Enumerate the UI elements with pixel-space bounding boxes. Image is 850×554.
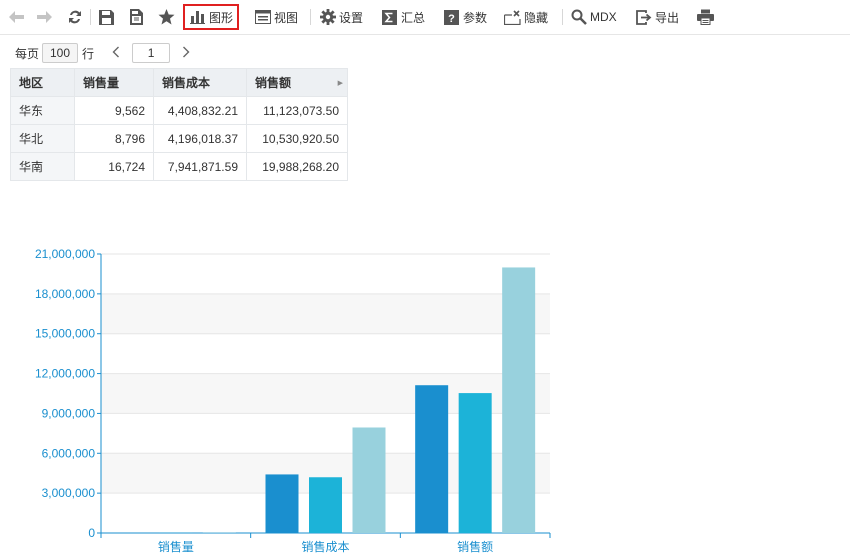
y-tick-label: 0 [88,526,95,540]
header-sales-volume[interactable]: 销售量 [74,68,154,97]
cell-region: 华北 [10,124,75,153]
bar-chart-icon [189,9,206,26]
bar [415,385,449,533]
favorite-button[interactable] [158,5,175,29]
header-sales-amount-label: 销售额 [255,76,292,90]
question-icon: ? [443,9,460,26]
per-page-label: 每页 [15,46,40,61]
cell-sales-volume: 8,796 [74,124,154,153]
toolbar-divider [562,9,563,25]
hide-button-label: 隐藏 [524,10,549,25]
x-tick-label: 销售量 [158,539,194,554]
per-page-input[interactable]: 100 [42,43,79,63]
data-table: 地区 销售量 销售成本 销售额 ▶ 华东 9,562 4,408,832.21 1… [10,68,348,181]
bar [309,477,342,533]
cell-region: 华南 [10,152,75,181]
printer-icon [697,9,714,26]
cell-sales-cost: 7,941,871.59 [153,152,247,181]
mdx-button[interactable]: MDX [570,5,617,29]
settings-button-label: 设置 [339,10,364,25]
summary-button-label: 汇总 [401,10,426,25]
cell-sales-cost: 4,196,018.37 [153,124,247,153]
mdx-button-label: MDX [590,10,617,24]
prev-page-button[interactable] [106,45,126,61]
cell-sales-amount: 11,123,073.50 [246,96,348,125]
x-tick-label: 销售成本 [301,539,349,554]
svg-text:?: ? [448,13,455,25]
chart-button[interactable]: 图形 [183,4,240,30]
bar-chart: 0 3,000,000 6,000,000 9,000,000 12,000,000 15… [35,247,551,554]
y-tick-label: 21,000,000 [35,247,95,261]
cell-sales-amount: 10,530,920.50 [246,124,348,153]
toolbar-divider [90,9,91,25]
forward-arrow-icon [36,9,53,26]
cell-region: 华东 [10,96,75,125]
y-tick-label: 3,000,000 [42,486,96,500]
grid-band [101,333,550,374]
back-arrow-icon [8,9,25,26]
back-button[interactable] [8,5,25,29]
y-tick-label: 15,000,000 [35,327,95,341]
view-icon [254,9,271,26]
params-button-label: 参数 [463,10,488,25]
grid-band [101,293,550,334]
y-tick-label: 9,000,000 [42,406,96,420]
table-row: 华南 16,724 7,941,871.59 19,988,268.20 [10,152,348,181]
chevron-left-icon [112,46,120,58]
cell-sales-cost: 4,408,832.21 [153,96,247,125]
header-sales-amount[interactable]: 销售额 ▶ [246,68,348,97]
bar [502,267,536,533]
bar [352,427,386,533]
y-tick-label: 6,000,000 [42,446,96,460]
hide-icon [504,9,521,26]
sigma-icon [381,9,398,26]
table-row: 华东 9,562 4,408,832.21 11,123,073.50 [10,96,348,125]
export-button-label: 导出 [655,10,680,25]
export-icon [635,9,652,26]
header-region[interactable]: 地区 [10,68,75,97]
refresh-button[interactable] [66,5,83,29]
pagination-bar: 每页 100 行 1 [15,42,196,64]
x-tick-label: 销售额 [457,539,493,554]
chart-button-label: 图形 [209,10,234,25]
next-page-button[interactable] [176,45,196,61]
summary-button[interactable]: 汇总 [381,5,425,29]
gear-icon [319,9,336,26]
forward-button[interactable] [36,5,53,29]
table-header-row: 地区 销售量 销售成本 销售额 ▶ [10,68,348,97]
view-button[interactable]: 视图 [254,5,298,29]
save-as-button[interactable] [128,5,145,29]
toolbar-divider [310,9,311,25]
star-icon [158,9,175,26]
bar [265,474,299,533]
settings-button[interactable]: 设置 [319,5,363,29]
save-button[interactable] [98,5,115,29]
print-button[interactable] [697,5,714,29]
export-button[interactable]: 导出 [635,5,679,29]
page-number-input[interactable]: 1 [132,43,171,63]
y-tick-label: 18,000,000 [35,287,95,301]
params-button[interactable]: ? 参数 [443,5,487,29]
expand-arrow-icon[interactable]: ▶ [338,79,343,87]
rows-label: 行 [82,46,95,61]
save-icon [98,9,115,26]
bar [458,393,492,533]
refresh-icon [66,9,83,26]
header-sales-cost[interactable]: 销售成本 [153,68,247,97]
table-row: 华北 8,796 4,196,018.37 10,530,920.50 [10,124,348,153]
magnifier-icon [570,9,587,26]
grid-band [101,254,550,294]
hide-button[interactable]: 隐藏 [504,5,548,29]
y-tick-label: 12,000,000 [35,367,95,381]
cell-sales-amount: 19,988,268.20 [246,152,348,181]
cell-sales-volume: 16,724 [74,152,154,181]
chevron-right-icon [183,46,190,58]
toolbar: 图形 视图 设置 汇总 ? 参数 隐藏 MDX 导出 [0,0,850,35]
cell-sales-volume: 9,562 [74,96,154,125]
view-button-label: 视图 [274,10,299,25]
save-as-icon [128,9,145,26]
